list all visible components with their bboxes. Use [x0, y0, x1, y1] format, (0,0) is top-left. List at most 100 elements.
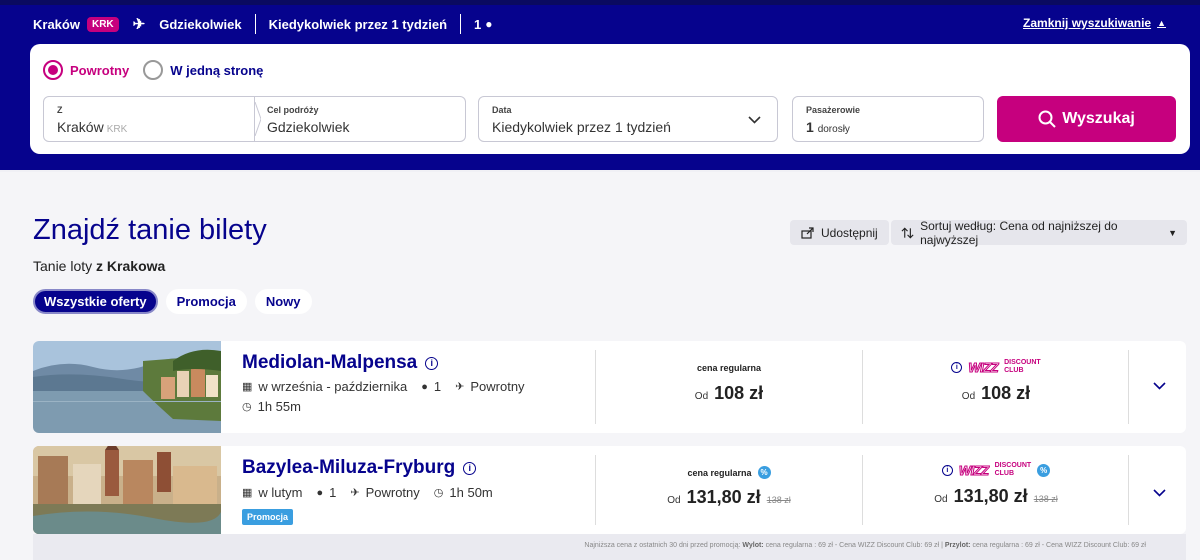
offer-destination-name: Bazylea-Miluza-Fryburg: [242, 457, 456, 478]
origin-code-badge: KRK: [86, 16, 119, 32]
person-icon: ●: [421, 380, 428, 393]
offer-dates: w lutym: [258, 485, 303, 500]
person-icon: ●: [316, 486, 324, 499]
offer-meta: ▦ w września - października ● 1 ✈ Powrot…: [242, 379, 525, 394]
footnote-intro: Najniższa cena z ostatnich 30 dni przed …: [584, 542, 741, 549]
date-value: Kiedykolwiek przez 1 tydzień: [492, 119, 671, 135]
club-price-column[interactable]: i WIZZ DISCOUNT CLUB Od 108 zł: [863, 341, 1129, 433]
wizz-logo: WIZZ: [968, 359, 999, 375]
close-search-label: Zamknij wyszukiwanie: [1023, 16, 1152, 30]
info-icon[interactable]: i: [941, 464, 953, 476]
search-summary[interactable]: Kraków KRK ✈ Gdziekolwiek Kiedykolwiek p…: [33, 14, 493, 34]
offer-duration: 1h 55m: [257, 399, 301, 414]
summary-passengers: 1: [474, 16, 482, 32]
calendar-icon: ▦: [242, 381, 253, 393]
search-button[interactable]: Wyszukaj: [997, 96, 1176, 142]
promo-badge: Promocja: [242, 509, 294, 525]
club-line1: DISCOUNT: [994, 462, 1032, 469]
destination-photo: [33, 446, 221, 534]
search-header: Kraków KRK ✈ Gdziekolwiek Kiedykolwiek p…: [0, 0, 1200, 170]
passengers-field[interactable]: Pasażerowie 1 dorosły: [792, 96, 984, 142]
subtitle-prefix: Tanie loty: [33, 258, 93, 274]
offer-duration: 1h 50m: [449, 485, 493, 500]
destination-field[interactable]: Cel podróży Gdziekolwiek: [255, 96, 466, 142]
clock-icon: ◷: [433, 487, 444, 499]
info-icon[interactable]: i: [463, 461, 477, 475]
wizz-logo: WIZZ: [958, 462, 989, 478]
trip-type-selector: Powrotny W jedną stronę: [43, 60, 263, 80]
offer-card[interactable]: Mediolan-Malpensa i ▦ w września - paźdz…: [33, 341, 1186, 433]
passenger-type: dorosły: [817, 124, 850, 135]
filter-new[interactable]: Nowy: [254, 289, 312, 314]
percent-icon: %: [1037, 463, 1051, 477]
origin-field[interactable]: Z Kraków KRK: [43, 96, 255, 142]
destination-photo: [33, 341, 221, 433]
offer-card[interactable]: Bazylea-Miluza-Fryburg i ▦ w lutym ● 1 ✈…: [33, 446, 1186, 534]
regular-price-value: 131,80 zł: [686, 487, 761, 507]
radio-circle-icon: [43, 60, 63, 80]
origin-code: KRK: [106, 124, 128, 135]
page-title: Znajdź tanie bilety: [33, 214, 267, 246]
footnote-in-text: cena regularna : 69 zł - Cena WIZZ Disco…: [972, 542, 1146, 549]
clock-icon: ◷: [242, 401, 252, 413]
radio-circle-icon: [143, 60, 164, 80]
divider: [254, 14, 256, 34]
regular-old-price: 138 zł: [766, 495, 791, 505]
radio-one-way[interactable]: W jedną stronę: [143, 60, 263, 80]
club-price-column[interactable]: i WIZZ DISCOUNT CLUB % Od 131,80 zł 138 z…: [863, 446, 1129, 534]
close-search-link[interactable]: Zamknij wyszukiwanie ▲: [1023, 16, 1166, 30]
passenger-count: 1: [806, 119, 814, 135]
club-price-prefix: Od: [934, 494, 948, 505]
chevron-down-icon[interactable]: [1153, 377, 1166, 393]
search-icon: [1038, 110, 1056, 128]
origin-field-label: Z: [57, 105, 63, 115]
club-price-value: 108 zł: [981, 383, 1031, 403]
caret-down-icon: ▼: [1168, 227, 1177, 238]
filter-tabs: Wszystkie oferty Promocja Nowy: [33, 289, 312, 314]
info-icon[interactable]: i: [425, 356, 439, 370]
club-line2: CLUB: [1004, 367, 1024, 374]
radio-one-way-label: W jedną stronę: [170, 62, 264, 78]
destination-field-label: Cel podróży: [267, 105, 319, 115]
footnote-out-text: cena regularna : 69 zł - Cena WIZZ Disco…: [765, 542, 940, 549]
offer-trip-type: Powrotny: [470, 379, 525, 394]
footnote-out-label: Wylot:: [742, 542, 764, 549]
percent-icon: %: [757, 466, 771, 479]
filter-all[interactable]: Wszystkie oferty: [33, 289, 158, 314]
club-line2: CLUB: [994, 470, 1015, 477]
person-icon: ●: [485, 17, 493, 31]
chevron-down-icon[interactable]: [1153, 484, 1166, 500]
divider: [460, 14, 462, 34]
field-separator-notch: [254, 102, 261, 136]
sort-label: Sortuj według: Cena od najniższej do naj…: [920, 218, 1118, 247]
offer-dates: w września - października: [258, 379, 408, 394]
caret-up-icon: ▲: [1157, 18, 1166, 28]
summary-destination: Gdziekolwiek: [159, 16, 242, 32]
regular-price-value: 108 zł: [714, 383, 764, 403]
date-field[interactable]: Data Kiedykolwiek przez 1 tydzień: [478, 96, 778, 142]
offer-destination[interactable]: Mediolan-Malpensa i: [242, 352, 439, 374]
discount-club-logo: i WIZZ DISCOUNT CLUB: [863, 359, 1129, 375]
club-line1: DISCOUNT: [1004, 359, 1041, 366]
lowest-price-footnote: Najniższa cena z ostatnich 30 dni przed …: [33, 534, 1186, 560]
regular-price-column[interactable]: cena regularna Od 108 zł: [596, 341, 862, 433]
regular-price-column[interactable]: cena regularna % Od 131,80 zł 138 zł: [596, 446, 862, 534]
regular-price-prefix: Od: [667, 495, 681, 506]
radio-return[interactable]: Powrotny: [43, 60, 129, 80]
offer-duration-row: ◷ 1h 55m: [242, 399, 301, 414]
regular-price-label: cena regularna: [696, 363, 762, 373]
club-old-price: 138 zł: [1033, 494, 1058, 504]
info-icon[interactable]: i: [951, 361, 963, 373]
filter-promo[interactable]: Promocja: [165, 289, 247, 314]
radio-return-label: Powrotny: [70, 62, 130, 78]
share-button[interactable]: Udostępnij: [790, 220, 889, 245]
chevron-down-icon: [748, 112, 761, 127]
summary-origin: Kraków: [33, 16, 80, 32]
offer-destination-name: Mediolan-Malpensa: [242, 352, 418, 373]
airplane-icon: ✈: [132, 16, 146, 33]
sort-dropdown[interactable]: Sortuj według: Cena od najniższej do naj…: [891, 218, 1187, 247]
offer-destination[interactable]: Bazylea-Miluza-Fryburg i: [242, 457, 477, 479]
regular-price-label: cena regularna: [687, 467, 752, 478]
share-label: Udostępnij: [821, 225, 878, 240]
results-area: Znajdź tanie bilety Tanie loty z Krakowa…: [0, 172, 1200, 560]
